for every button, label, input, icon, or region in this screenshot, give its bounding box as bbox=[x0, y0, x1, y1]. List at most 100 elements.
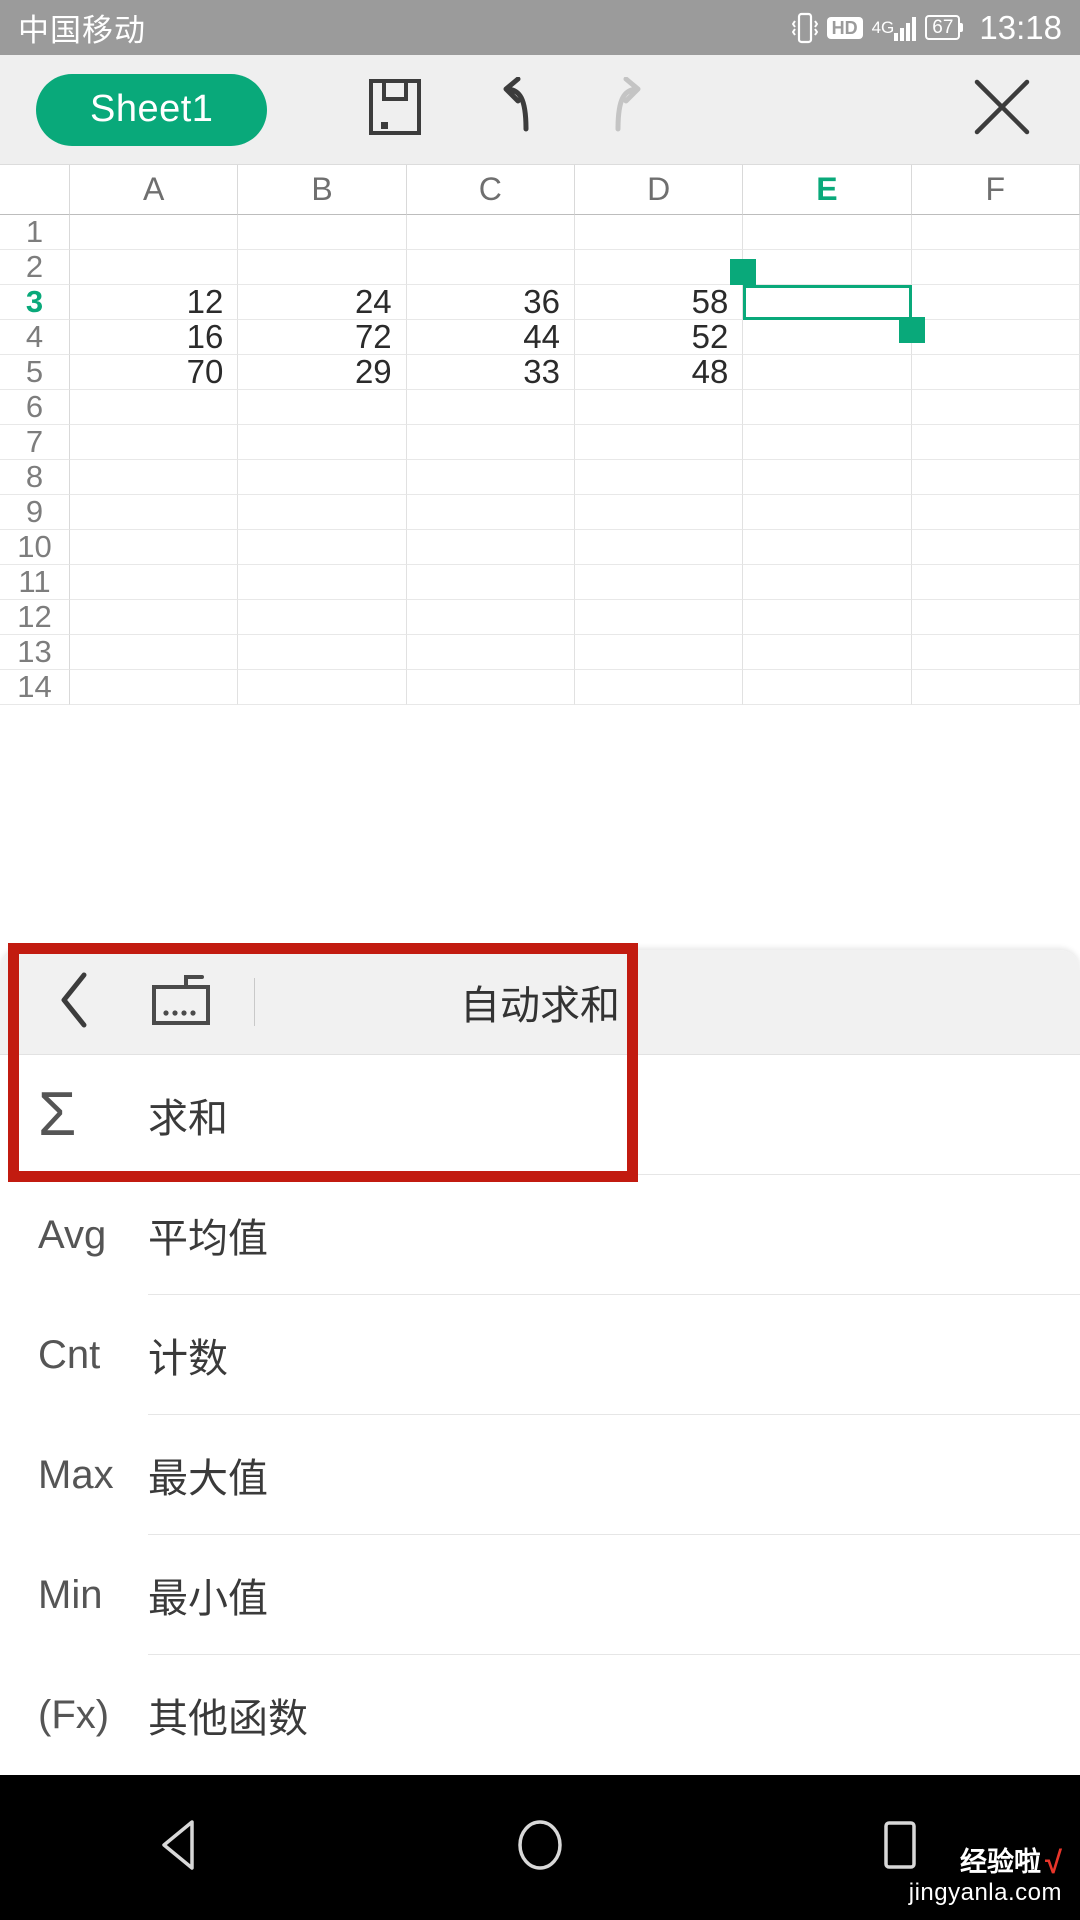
cell-B8[interactable] bbox=[238, 460, 407, 495]
cell-D3[interactable]: 58 bbox=[574, 283, 744, 320]
cell-D14[interactable] bbox=[574, 670, 744, 705]
spreadsheet-grid[interactable]: A B C D E F 1 2 3 12 24 36 58 4 16 72 44 52 5 70 29 33 4… bbox=[0, 165, 1080, 705]
cell-B12[interactable] bbox=[238, 600, 407, 635]
hide-keyboard-button[interactable] bbox=[136, 971, 226, 1034]
cell-C2[interactable] bbox=[406, 250, 575, 285]
cell-C7[interactable] bbox=[406, 425, 575, 460]
cell-A14[interactable] bbox=[70, 670, 239, 705]
cell-E3[interactable] bbox=[743, 285, 912, 320]
row-header-7[interactable]: 7 bbox=[0, 424, 70, 460]
cell-E5[interactable] bbox=[743, 355, 912, 390]
row-header-4[interactable]: 4 bbox=[0, 319, 70, 355]
cell-C8[interactable] bbox=[406, 460, 575, 495]
panel-back-button[interactable] bbox=[40, 971, 110, 1034]
row-header-5[interactable]: 5 bbox=[0, 354, 70, 390]
row-header-8[interactable]: 8 bbox=[0, 459, 70, 495]
column-header-e[interactable]: E bbox=[743, 165, 912, 215]
cell-B1[interactable] bbox=[238, 215, 407, 250]
cell-E2[interactable] bbox=[743, 250, 912, 285]
cell-A6[interactable] bbox=[70, 390, 239, 425]
cell-D11[interactable] bbox=[574, 565, 744, 600]
selection-handle-bottom-right[interactable] bbox=[898, 317, 925, 343]
cell-F12[interactable] bbox=[911, 600, 1080, 635]
cell-B10[interactable] bbox=[238, 530, 407, 565]
cell-A13[interactable] bbox=[70, 635, 239, 670]
cell-B14[interactable] bbox=[238, 670, 407, 705]
cell-F13[interactable] bbox=[911, 635, 1080, 670]
save-button[interactable] bbox=[353, 68, 437, 152]
cell-A8[interactable] bbox=[70, 460, 239, 495]
row-header-1[interactable]: 1 bbox=[0, 214, 70, 250]
cell-D2[interactable] bbox=[574, 250, 744, 285]
row-header-6[interactable]: 6 bbox=[0, 389, 70, 425]
cell-C10[interactable] bbox=[406, 530, 575, 565]
cell-E9[interactable] bbox=[743, 495, 912, 530]
cell-B4[interactable]: 72 bbox=[238, 318, 407, 355]
cell-E6[interactable] bbox=[743, 390, 912, 425]
cell-B5[interactable]: 29 bbox=[238, 353, 407, 390]
cell-E1[interactable] bbox=[743, 215, 912, 250]
menu-item-sigma[interactable]: Σ 求和 bbox=[0, 1055, 1080, 1175]
row-header-3[interactable]: 3 bbox=[0, 284, 70, 320]
cell-C13[interactable] bbox=[406, 635, 575, 670]
row-header-11[interactable]: 11 bbox=[0, 564, 70, 600]
cell-C4[interactable]: 44 bbox=[406, 318, 575, 355]
row-header-13[interactable]: 13 bbox=[0, 634, 70, 670]
column-header-d[interactable]: D bbox=[574, 165, 744, 215]
row-header-14[interactable]: 14 bbox=[0, 669, 70, 705]
cell-E10[interactable] bbox=[743, 530, 912, 565]
cell-D10[interactable] bbox=[574, 530, 744, 565]
cell-F2[interactable] bbox=[911, 250, 1080, 285]
close-button[interactable] bbox=[960, 68, 1044, 152]
cell-B7[interactable] bbox=[238, 425, 407, 460]
cell-F11[interactable] bbox=[911, 565, 1080, 600]
cell-F5[interactable] bbox=[911, 355, 1080, 390]
cell-C9[interactable] bbox=[406, 495, 575, 530]
cell-E14[interactable] bbox=[743, 670, 912, 705]
menu-item-max[interactable]: Max 最大值 bbox=[0, 1415, 1080, 1535]
cell-D9[interactable] bbox=[574, 495, 744, 530]
cell-A2[interactable] bbox=[70, 250, 239, 285]
cell-A11[interactable] bbox=[70, 565, 239, 600]
cell-D13[interactable] bbox=[574, 635, 744, 670]
cell-E11[interactable] bbox=[743, 565, 912, 600]
cell-E7[interactable] bbox=[743, 425, 912, 460]
menu-item-count[interactable]: Cnt 计数 bbox=[0, 1295, 1080, 1415]
column-header-c[interactable]: C bbox=[406, 165, 575, 215]
cell-F9[interactable] bbox=[911, 495, 1080, 530]
cell-B6[interactable] bbox=[238, 390, 407, 425]
cell-B9[interactable] bbox=[238, 495, 407, 530]
cell-B13[interactable] bbox=[238, 635, 407, 670]
selection-handle-top-left[interactable] bbox=[730, 259, 757, 285]
row-header-9[interactable]: 9 bbox=[0, 494, 70, 530]
cell-D5[interactable]: 48 bbox=[574, 353, 744, 390]
cell-C12[interactable] bbox=[406, 600, 575, 635]
grid-corner-cell[interactable] bbox=[0, 165, 70, 215]
redo-button[interactable] bbox=[589, 68, 673, 152]
cell-B3[interactable]: 24 bbox=[238, 283, 407, 320]
row-header-10[interactable]: 10 bbox=[0, 529, 70, 565]
cell-C11[interactable] bbox=[406, 565, 575, 600]
cell-E13[interactable] bbox=[743, 635, 912, 670]
cell-F14[interactable] bbox=[911, 670, 1080, 705]
cell-E12[interactable] bbox=[743, 600, 912, 635]
cell-F1[interactable] bbox=[911, 215, 1080, 250]
cell-D12[interactable] bbox=[574, 600, 744, 635]
cell-C3[interactable]: 36 bbox=[406, 283, 575, 320]
cell-A1[interactable] bbox=[70, 215, 239, 250]
cell-D4[interactable]: 52 bbox=[574, 318, 744, 355]
column-header-a[interactable]: A bbox=[70, 165, 239, 215]
cell-E4[interactable] bbox=[743, 320, 912, 355]
nav-back-button[interactable] bbox=[105, 1798, 255, 1898]
cell-C1[interactable] bbox=[406, 215, 575, 250]
cell-A9[interactable] bbox=[70, 495, 239, 530]
column-header-f[interactable]: F bbox=[911, 165, 1080, 215]
row-header-12[interactable]: 12 bbox=[0, 599, 70, 635]
cell-E8[interactable] bbox=[743, 460, 912, 495]
cell-F6[interactable] bbox=[911, 390, 1080, 425]
cell-F10[interactable] bbox=[911, 530, 1080, 565]
cell-B2[interactable] bbox=[238, 250, 407, 285]
row-header-2[interactable]: 2 bbox=[0, 249, 70, 285]
cell-A12[interactable] bbox=[70, 600, 239, 635]
cell-F3[interactable] bbox=[911, 285, 1080, 320]
